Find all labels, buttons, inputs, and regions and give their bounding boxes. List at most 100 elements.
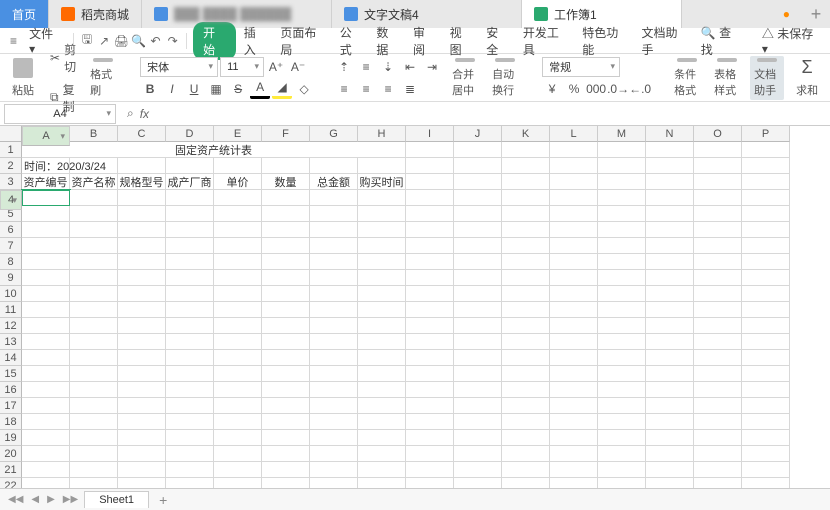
cond-format-button[interactable]: 条件格式 — [670, 56, 704, 100]
cell-A8[interactable] — [22, 254, 70, 270]
cell-H11[interactable] — [358, 302, 406, 318]
tab-insert[interactable]: 插入 — [238, 21, 273, 61]
cell-A20[interactable] — [22, 446, 70, 462]
fillcolor-button[interactable]: ◢ — [272, 79, 292, 99]
cell-E2[interactable] — [214, 158, 262, 174]
fx-lens-icon[interactable]: ⌕ — [127, 106, 134, 121]
cell-C19[interactable] — [118, 430, 166, 446]
spreadsheet-grid[interactable]: ABCDEFGHIJKLMNOP1固定资产统计表2时间：2020/3/243资产… — [0, 126, 830, 488]
row-header-20[interactable]: 20 — [0, 446, 22, 462]
cell-H20[interactable] — [358, 446, 406, 462]
cell-K6[interactable] — [502, 222, 550, 238]
cell-L14[interactable] — [550, 350, 598, 366]
cell-F3[interactable]: 数量 — [262, 174, 310, 190]
cell-E17[interactable] — [214, 398, 262, 414]
strike-button[interactable]: S — [228, 79, 248, 99]
cell-C15[interactable] — [118, 366, 166, 382]
cell-K8[interactable] — [502, 254, 550, 270]
wrap-text-button[interactable]: 自动换行 — [488, 56, 522, 100]
cell-O13[interactable] — [694, 334, 742, 350]
row-header-16[interactable]: 16 — [0, 382, 22, 398]
cell-O2[interactable] — [694, 158, 742, 174]
cell-H19[interactable] — [358, 430, 406, 446]
cell-I6[interactable] — [406, 222, 454, 238]
cell-D8[interactable] — [166, 254, 214, 270]
tab-start[interactable]: 开始 — [193, 22, 236, 60]
cell-P3[interactable] — [742, 174, 790, 190]
cell-O20[interactable] — [694, 446, 742, 462]
cell-I2[interactable] — [406, 158, 454, 174]
cell-C12[interactable] — [118, 318, 166, 334]
cell-K20[interactable] — [502, 446, 550, 462]
cell-H18[interactable] — [358, 414, 406, 430]
cell-D15[interactable] — [166, 366, 214, 382]
cell-A7[interactable] — [22, 238, 70, 254]
cell-J8[interactable] — [454, 254, 502, 270]
cell-I17[interactable] — [406, 398, 454, 414]
clear-format-button[interactable]: ◇ — [294, 79, 314, 99]
cell-N3[interactable] — [646, 174, 694, 190]
cell-O4[interactable] — [694, 190, 742, 206]
fontsize-select[interactable]: 11 — [220, 57, 264, 77]
cell-E15[interactable] — [214, 366, 262, 382]
fontcolor-button[interactable]: A — [250, 79, 270, 99]
cell-E16[interactable] — [214, 382, 262, 398]
col-header-J[interactable]: J — [454, 126, 502, 142]
cell-D18[interactable] — [166, 414, 214, 430]
cell-C4[interactable] — [118, 190, 166, 206]
cell-A6[interactable] — [22, 222, 70, 238]
cell-N4[interactable] — [646, 190, 694, 206]
cell-O15[interactable] — [694, 366, 742, 382]
select-all-corner[interactable] — [0, 126, 22, 142]
cell-K3[interactable] — [502, 174, 550, 190]
format-painter-button[interactable]: 格式刷 — [86, 56, 120, 100]
cell-F5[interactable] — [262, 206, 310, 222]
cell-F18[interactable] — [262, 414, 310, 430]
sheet-nav-first[interactable]: ◀◀ — [6, 494, 25, 505]
cell-F11[interactable] — [262, 302, 310, 318]
cell-D4[interactable] — [166, 190, 214, 206]
cell-E12[interactable] — [214, 318, 262, 334]
cell-E14[interactable] — [214, 350, 262, 366]
align-right-button[interactable]: ≡ — [378, 79, 398, 99]
cell-B5[interactable] — [70, 206, 118, 222]
row-header-4[interactable]: 4 — [0, 190, 22, 210]
cell-I9[interactable] — [406, 270, 454, 286]
row-header-11[interactable]: 11 — [0, 302, 22, 318]
font-select[interactable]: 宋体 — [140, 57, 218, 77]
cell-J19[interactable] — [454, 430, 502, 446]
cell-P9[interactable] — [742, 270, 790, 286]
cell-M20[interactable] — [598, 446, 646, 462]
cell-D14[interactable] — [166, 350, 214, 366]
cell-B11[interactable] — [70, 302, 118, 318]
cell-K19[interactable] — [502, 430, 550, 446]
cell-K5[interactable] — [502, 206, 550, 222]
cell-N6[interactable] — [646, 222, 694, 238]
row-header-2[interactable]: 2 — [0, 158, 22, 174]
cell-E20[interactable] — [214, 446, 262, 462]
cell-B13[interactable] — [70, 334, 118, 350]
col-header-L[interactable]: L — [550, 126, 598, 142]
cell-N14[interactable] — [646, 350, 694, 366]
cell-M11[interactable] — [598, 302, 646, 318]
cell-K12[interactable] — [502, 318, 550, 334]
cell-O16[interactable] — [694, 382, 742, 398]
cell-J22[interactable] — [454, 478, 502, 488]
tab-security[interactable]: 安全 — [480, 21, 515, 61]
col-header-E[interactable]: E — [214, 126, 262, 142]
cell-I10[interactable] — [406, 286, 454, 302]
cell-M19[interactable] — [598, 430, 646, 446]
cell-G18[interactable] — [310, 414, 358, 430]
shrink-font-button[interactable]: A⁻ — [288, 57, 308, 77]
cell-M15[interactable] — [598, 366, 646, 382]
cell-G20[interactable] — [310, 446, 358, 462]
cell-P21[interactable] — [742, 462, 790, 478]
cell-A21[interactable] — [22, 462, 70, 478]
cell-N10[interactable] — [646, 286, 694, 302]
cell-H17[interactable] — [358, 398, 406, 414]
tab-data[interactable]: 数据 — [370, 21, 405, 61]
cell-A13[interactable] — [22, 334, 70, 350]
cell-D9[interactable] — [166, 270, 214, 286]
row-header-12[interactable]: 12 — [0, 318, 22, 334]
cell-L16[interactable] — [550, 382, 598, 398]
